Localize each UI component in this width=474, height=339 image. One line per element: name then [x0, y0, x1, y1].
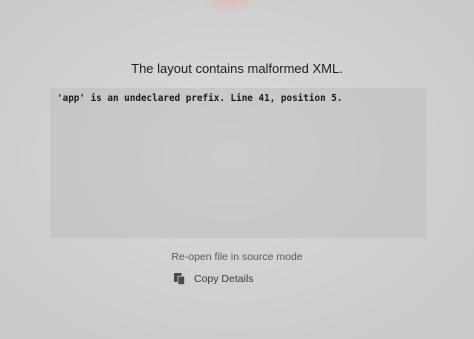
error-title: The layout contains malformed XML.: [131, 61, 343, 76]
copy-icon: [173, 272, 187, 286]
error-message[interactable]: 'app' is an undeclared prefix. Line 41, …: [57, 93, 342, 104]
top-glow-decoration: [200, 0, 260, 12]
copy-details-label: Copy Details: [194, 273, 254, 285]
copy-details-button[interactable]: Copy Details: [173, 271, 254, 287]
reopen-source-link[interactable]: Re-open file in source mode: [0, 251, 474, 263]
error-details-box: 'app' is an undeclared prefix. Line 41, …: [50, 88, 426, 238]
